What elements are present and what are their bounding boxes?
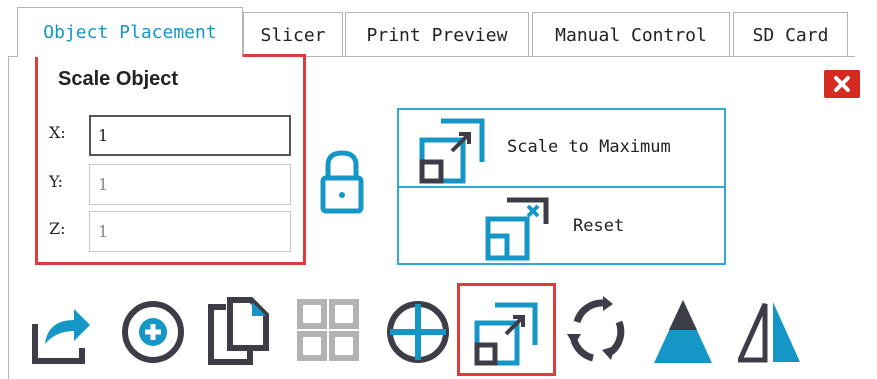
x-scale-input[interactable] bbox=[89, 115, 291, 156]
tab-label: Manual Control bbox=[555, 24, 707, 46]
tab-label: Object Placement bbox=[43, 22, 217, 43]
rotate-icon[interactable] bbox=[565, 294, 631, 366]
y-scale-input[interactable] bbox=[89, 164, 291, 205]
lock-aspect-icon[interactable] bbox=[318, 148, 366, 216]
cut-icon[interactable] bbox=[651, 294, 715, 366]
export-icon[interactable] bbox=[30, 294, 94, 366]
tab-label: Print Preview bbox=[366, 24, 508, 46]
z-scale-input[interactable] bbox=[89, 211, 291, 252]
tab-slicer[interactable]: Slicer bbox=[243, 12, 343, 57]
reset-icon[interactable] bbox=[485, 197, 549, 261]
tab-bar: Object Placement Slicer Print Preview Ma… bbox=[0, 0, 877, 57]
tab-object-placement[interactable]: Object Placement bbox=[17, 7, 243, 57]
tab-sd-card[interactable]: SD Card bbox=[733, 12, 848, 57]
reset-button[interactable]: Reset bbox=[573, 216, 624, 236]
tab-label: Slicer bbox=[260, 24, 326, 46]
close-button[interactable] bbox=[824, 70, 860, 98]
tab-manual-control[interactable]: Manual Control bbox=[532, 12, 730, 57]
scale-icon[interactable] bbox=[474, 302, 538, 366]
scale-to-maximum-button[interactable]: Scale to Maximum bbox=[507, 137, 671, 157]
mirror-icon[interactable] bbox=[738, 294, 802, 366]
tab-print-preview[interactable]: Print Preview bbox=[345, 12, 529, 57]
copy-icon[interactable] bbox=[208, 294, 272, 366]
center-object-icon[interactable] bbox=[384, 294, 452, 366]
scale-to-maximum-icon[interactable] bbox=[419, 118, 485, 184]
grid-arrange-icon[interactable] bbox=[296, 294, 360, 366]
add-object-icon[interactable] bbox=[118, 294, 188, 366]
tab-label: SD Card bbox=[752, 24, 829, 46]
y-label: Y: bbox=[49, 172, 63, 191]
divider bbox=[399, 186, 724, 188]
z-label: Z: bbox=[49, 219, 66, 238]
scale-object-title: Scale Object bbox=[58, 68, 179, 90]
x-label: X: bbox=[49, 123, 66, 142]
close-icon bbox=[834, 76, 850, 92]
